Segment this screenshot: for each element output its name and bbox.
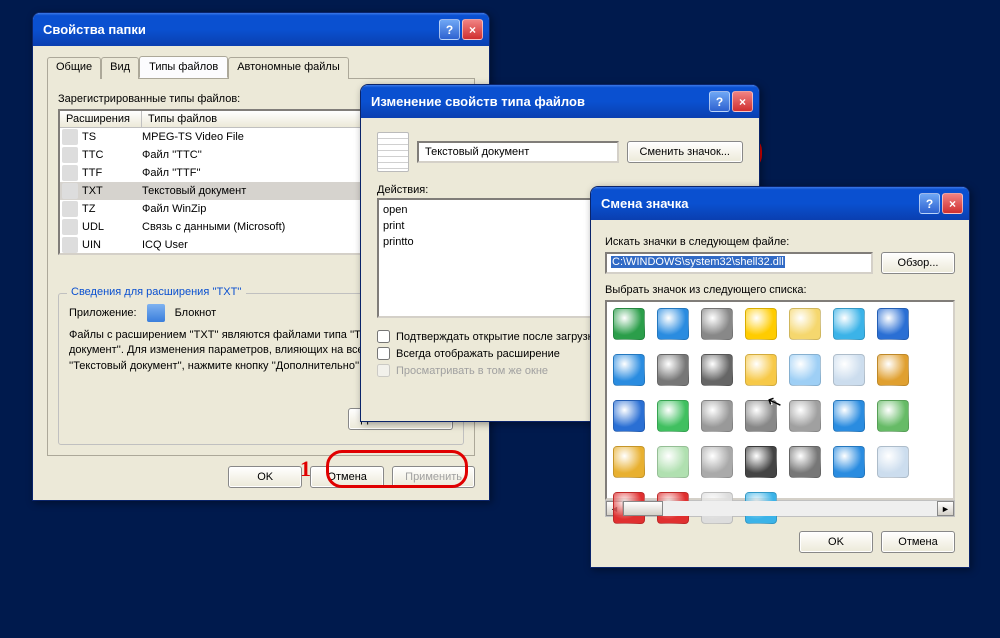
- window-title: Изменение свойств типа файлов: [371, 94, 707, 109]
- icon-item[interactable]: [613, 308, 645, 340]
- application-name: Блокнот: [175, 307, 217, 319]
- icon-grid[interactable]: ↖: [605, 300, 955, 500]
- path-input[interactable]: C:\WINDOWS\system32\shell32.dll: [605, 252, 873, 274]
- titlebar[interactable]: Свойства папки ? ×: [33, 13, 489, 46]
- cancel-button[interactable]: Отмена: [881, 531, 955, 553]
- icon-item[interactable]: [701, 446, 733, 478]
- notepad-icon: [147, 304, 165, 322]
- icon-item[interactable]: [657, 308, 689, 340]
- change-icon-window: Смена значка ? × Искать значки в следующ…: [590, 186, 970, 568]
- icon-item[interactable]: [745, 400, 777, 432]
- icon-item[interactable]: [657, 354, 689, 386]
- file-icon: [62, 201, 78, 217]
- tab-view[interactable]: Вид: [101, 57, 139, 79]
- scroll-thumb[interactable]: [623, 501, 663, 516]
- icon-item[interactable]: [833, 354, 865, 386]
- icon-item[interactable]: [745, 354, 777, 386]
- apply-button[interactable]: Применить: [392, 466, 475, 488]
- tab-offline[interactable]: Автономные файлы: [228, 57, 349, 79]
- file-icon: [62, 219, 78, 235]
- icon-item[interactable]: [745, 446, 777, 478]
- titlebar[interactable]: Изменение свойств типа файлов ? ×: [361, 85, 759, 118]
- icon-item[interactable]: [833, 446, 865, 478]
- typename-input[interactable]: [417, 141, 619, 163]
- icon-item[interactable]: [701, 354, 733, 386]
- file-icon: [62, 183, 78, 199]
- icon-item[interactable]: [877, 400, 909, 432]
- icon-item[interactable]: [877, 354, 909, 386]
- icon-item[interactable]: [877, 308, 909, 340]
- cancel-button[interactable]: Отмена: [310, 466, 384, 488]
- window-title: Свойства папки: [43, 22, 437, 37]
- icon-item[interactable]: [833, 308, 865, 340]
- close-button[interactable]: ×: [942, 193, 963, 214]
- tabs: Общие Вид Типы файлов Автономные файлы: [47, 56, 475, 79]
- change-icon-button[interactable]: Сменить значок...: [627, 141, 744, 163]
- help-button[interactable]: ?: [919, 193, 940, 214]
- file-icon: [62, 129, 78, 145]
- file-icon: [62, 147, 78, 163]
- col-extensions[interactable]: Расширения: [60, 111, 142, 127]
- scroll-track[interactable]: [623, 501, 937, 516]
- icon-item[interactable]: [789, 354, 821, 386]
- icon-item[interactable]: [833, 400, 865, 432]
- window-title: Смена значка: [601, 196, 917, 211]
- details-legend: Сведения для расширения ''TXT'': [67, 286, 246, 298]
- browse-button[interactable]: Обзор...: [881, 252, 955, 274]
- help-button[interactable]: ?: [709, 91, 730, 112]
- icon-item[interactable]: [745, 308, 777, 340]
- ok-button[interactable]: OK: [228, 466, 302, 488]
- icon-item[interactable]: [613, 446, 645, 478]
- icon-item[interactable]: [657, 446, 689, 478]
- icon-item[interactable]: [789, 308, 821, 340]
- icon-item[interactable]: [877, 446, 909, 478]
- titlebar[interactable]: Смена значка ? ×: [591, 187, 969, 220]
- tab-general[interactable]: Общие: [47, 57, 101, 79]
- icon-item[interactable]: [789, 446, 821, 478]
- document-icon: [377, 132, 409, 172]
- help-button[interactable]: ?: [439, 19, 460, 40]
- close-button[interactable]: ×: [732, 91, 753, 112]
- icon-item[interactable]: [613, 400, 645, 432]
- ok-button[interactable]: OK: [799, 531, 873, 553]
- choose-label: Выбрать значок из следующего списка:: [605, 284, 955, 296]
- tab-filetypes[interactable]: Типы файлов: [139, 56, 228, 78]
- icon-item[interactable]: [701, 308, 733, 340]
- search-label: Искать значки в следующем файле:: [605, 236, 955, 248]
- file-icon: [62, 237, 78, 253]
- icon-item[interactable]: [789, 400, 821, 432]
- icon-item[interactable]: [701, 400, 733, 432]
- scroll-right-button[interactable]: ►: [937, 501, 954, 516]
- icon-item[interactable]: [613, 354, 645, 386]
- icon-item[interactable]: [657, 400, 689, 432]
- horizontal-scrollbar[interactable]: ◄ ►: [605, 500, 955, 517]
- close-button[interactable]: ×: [462, 19, 483, 40]
- file-icon: [62, 165, 78, 181]
- application-label: Приложение:: [69, 307, 137, 319]
